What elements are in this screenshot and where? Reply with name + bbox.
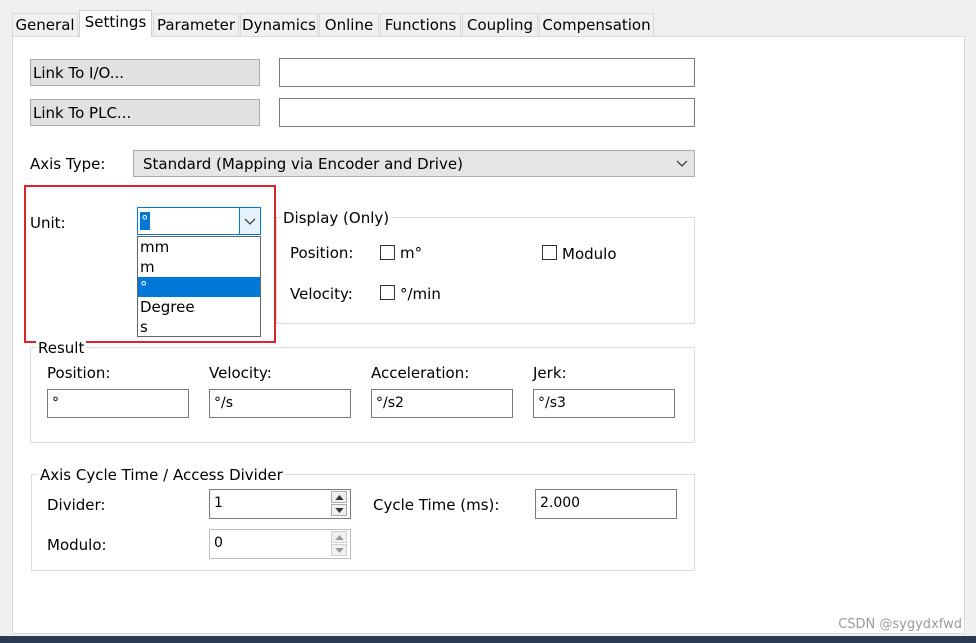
position-unit-check-label: m°	[400, 244, 423, 262]
arrow-down-icon	[335, 548, 344, 553]
modulo-check-label: Modulo	[562, 245, 617, 263]
unit-option-degree[interactable]: Degree	[138, 297, 260, 317]
display-group-title: Display (Only)	[281, 209, 392, 227]
axis-type-value: Standard (Mapping via Encoder and Drive)	[143, 155, 463, 173]
tab-compensation[interactable]: Compensation	[539, 13, 654, 36]
modulo-down-button[interactable]	[331, 544, 347, 556]
display-group	[276, 217, 695, 324]
modulo-up-button[interactable]	[331, 531, 347, 543]
result-acceleration-field[interactable]: °/s2	[371, 389, 513, 418]
modulo-label: Modulo:	[47, 536, 107, 554]
tab-settings[interactable]: Settings	[79, 10, 152, 37]
divider-down-button[interactable]	[331, 504, 347, 516]
tab-online[interactable]: Online	[319, 13, 379, 36]
unit-option-s[interactable]: s	[138, 317, 260, 337]
result-position-field[interactable]: °	[47, 389, 189, 418]
velocity-unit-checkbox[interactable]	[380, 285, 395, 300]
result-acceleration-label: Acceleration:	[371, 364, 470, 382]
arrow-down-icon	[335, 508, 344, 513]
link-plc-field[interactable]	[279, 98, 695, 127]
result-jerk-field[interactable]: °/s3	[533, 389, 675, 418]
display-velocity-label: Velocity:	[290, 285, 353, 303]
watermark: CSDN @sygydxfwd	[838, 617, 962, 632]
unit-select[interactable]: °	[137, 207, 261, 235]
unit-option-degree-symbol[interactable]: °	[138, 277, 260, 297]
tab-coupling[interactable]: Coupling	[462, 13, 538, 36]
axis-type-select[interactable]: Standard (Mapping via Encoder and Drive)	[133, 150, 695, 177]
link-io-button[interactable]: Link To I/O...	[30, 59, 260, 86]
tab-general[interactable]: General	[12, 13, 78, 36]
modulo-stepper[interactable]	[330, 530, 348, 558]
result-jerk-label: Jerk:	[533, 364, 567, 382]
position-unit-checkbox[interactable]	[380, 245, 395, 260]
cycle-time-field[interactable]: 2.000	[535, 489, 677, 519]
axis-type-label: Axis Type:	[30, 155, 106, 173]
velocity-unit-check-label: °/min	[400, 285, 441, 303]
divider-label: Divider:	[47, 496, 106, 514]
unit-dropdown-list: mm m ° Degree s	[137, 236, 261, 337]
cycle-time-label: Cycle Time (ms):	[373, 496, 500, 514]
unit-label: Unit:	[30, 214, 66, 232]
result-position-label: Position:	[47, 364, 111, 382]
unit-dropdown-button[interactable]	[239, 208, 260, 234]
tab-functions[interactable]: Functions	[380, 13, 461, 36]
unit-option-m[interactable]: m	[138, 257, 260, 277]
link-plc-button[interactable]: Link To PLC...	[30, 99, 260, 126]
divider-up-button[interactable]	[331, 491, 347, 503]
bottom-bar	[0, 636, 976, 643]
chevron-down-icon	[676, 160, 688, 167]
display-position-label: Position:	[290, 244, 354, 262]
tab-parameter[interactable]: Parameter	[153, 13, 239, 36]
result-velocity-field[interactable]: °/s	[209, 389, 351, 418]
unit-option-mm[interactable]: mm	[138, 237, 260, 257]
arrow-up-icon	[335, 535, 344, 540]
cycle-group-title: Axis Cycle Time / Access Divider	[38, 466, 285, 484]
divider-stepper[interactable]	[330, 490, 348, 518]
tab-dynamics[interactable]: Dynamics	[240, 13, 318, 36]
unit-select-value: °	[140, 212, 150, 230]
result-group-title: Result	[36, 339, 87, 357]
modulo-checkbox[interactable]	[542, 245, 557, 260]
chevron-down-icon	[244, 218, 256, 225]
arrow-up-icon	[335, 495, 344, 500]
result-velocity-label: Velocity:	[209, 364, 272, 382]
link-io-field[interactable]	[279, 58, 695, 87]
